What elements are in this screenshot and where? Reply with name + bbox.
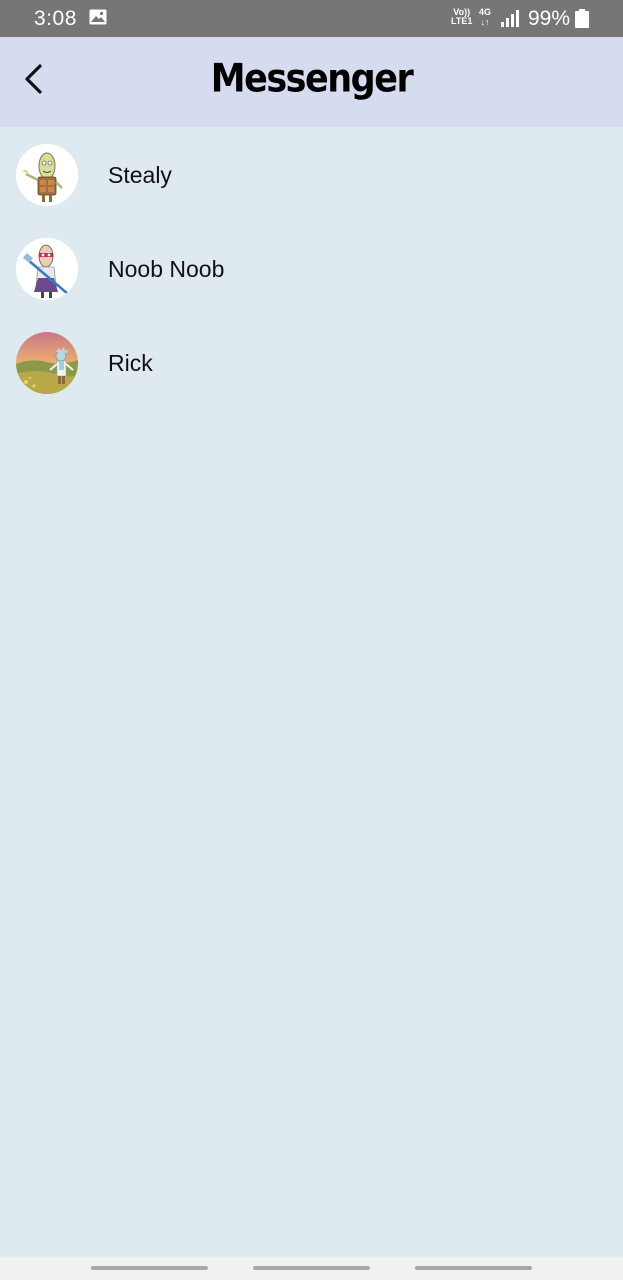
lte-label: LTE1 — [451, 16, 473, 26]
contact-item-rick[interactable]: Rick — [0, 315, 623, 409]
app-bar: Messenger — [0, 37, 623, 127]
signal-icon — [501, 10, 519, 27]
page-title: Messenger — [210, 56, 414, 102]
contact-name: Noob Noob — [108, 256, 225, 282]
network-indicator: 4G ↓↑ — [479, 7, 491, 27]
stealy-avatar — [16, 144, 78, 206]
status-time: 3:08 — [34, 7, 77, 30]
battery-percent: 99% — [528, 7, 571, 30]
contact-name: Rick — [108, 350, 153, 376]
recents-button[interactable] — [91, 1266, 208, 1270]
gallery-icon — [89, 9, 107, 25]
contact-item-noob-noob[interactable]: Noob Noob — [0, 221, 623, 315]
contact-name: Stealy — [108, 162, 172, 188]
data-arrows-icon: ↓↑ — [480, 17, 490, 27]
volte-indicator: Vo)) LTE1 — [451, 8, 472, 26]
rick-avatar — [16, 332, 78, 394]
noob-noob-avatar — [16, 238, 78, 300]
navigation-bar — [0, 1257, 623, 1280]
messenger-screen: 3:08 Vo)) LTE1 4G ↓↑ 99% Messenger Steal… — [0, 0, 623, 1280]
contact-list: Stealy Noob Noob Rick — [0, 127, 623, 409]
network-type-label: 4G — [479, 7, 492, 17]
home-button[interactable] — [253, 1266, 370, 1270]
back-nav-button[interactable] — [415, 1266, 532, 1270]
battery-icon — [575, 9, 589, 28]
status-bar: 3:08 Vo)) LTE1 4G ↓↑ 99% — [0, 0, 623, 37]
contact-item-stealy[interactable]: Stealy — [0, 127, 623, 221]
